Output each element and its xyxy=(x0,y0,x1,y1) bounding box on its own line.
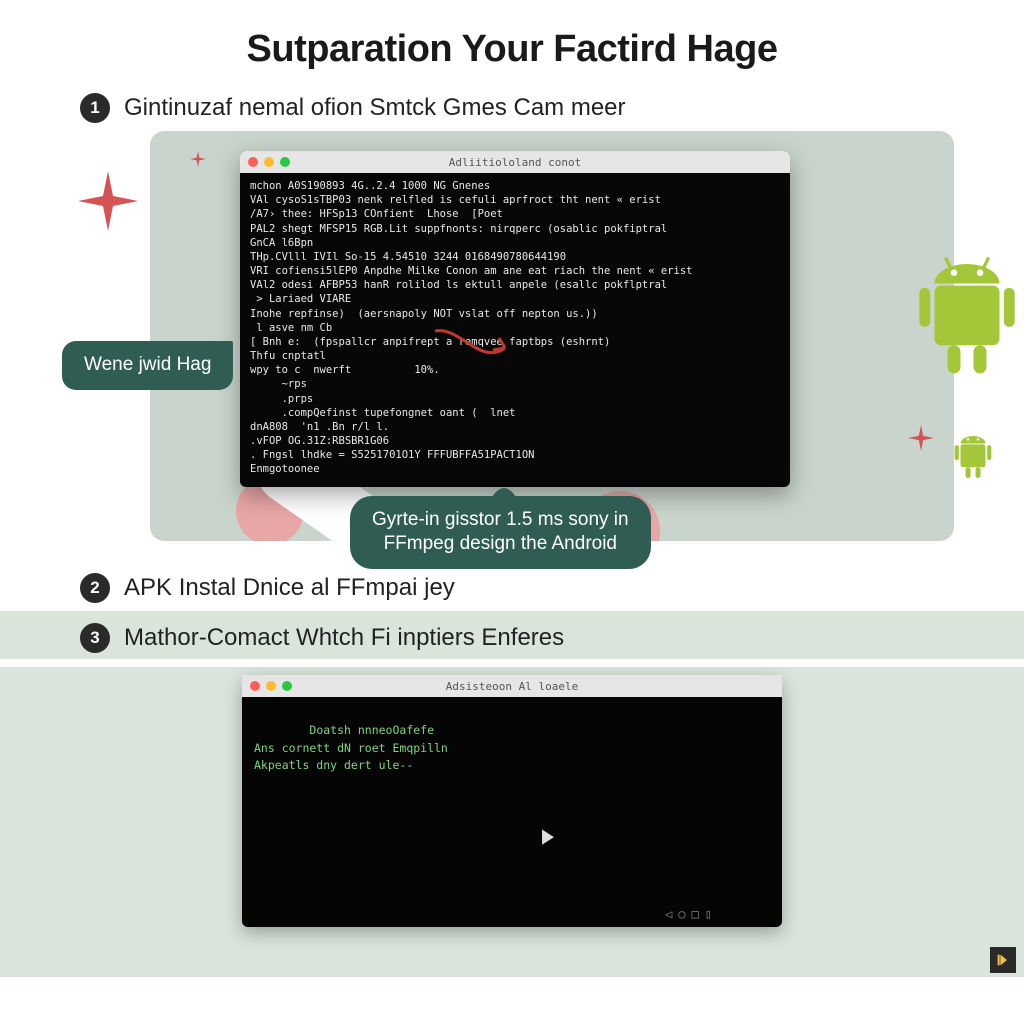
callout-bubble-bottom: Gyrte-in gisstor 1.5 ms sony in FFmpeg d… xyxy=(350,496,651,569)
terminal-window-3: Adsisteoon Al loaele Doatsh nnneoOafefe … xyxy=(242,675,782,927)
terminal-window-1: Adliitiololand conot mchon A0S190893 4G.… xyxy=(240,151,790,487)
window-minimize-icon[interactable] xyxy=(264,157,274,167)
nav-home-icon[interactable]: ○ xyxy=(678,905,685,923)
step-3-header: 3 Mathor-Comact Whtch Fi inptiers Enfere… xyxy=(0,611,1024,659)
step-1-label: Gintinuzaf nemal ofion Smtck Gmes Cam me… xyxy=(124,94,626,122)
annotation-arrow-icon xyxy=(430,326,530,371)
sparkle-icon xyxy=(190,151,206,167)
android-nav-bar: ◁ ○ □ ▯ xyxy=(665,905,712,923)
panel-step-3: Adsisteoon Al loaele Doatsh nnneoOafefe … xyxy=(0,667,1024,977)
terminal-title: Adsisteoon Al loaele xyxy=(242,680,782,693)
step-3-badge: 3 xyxy=(80,623,110,653)
bubble-tail-icon xyxy=(484,482,524,502)
sparkle-icon xyxy=(908,425,934,451)
step-2-label: APK Instal Dnice al FFmpai jey xyxy=(124,574,455,602)
nav-misc-icon[interactable]: ▯ xyxy=(705,905,712,923)
step-2-badge: 2 xyxy=(80,573,110,603)
window-zoom-icon[interactable] xyxy=(280,157,290,167)
callout-text: Wene jwid Hag xyxy=(84,354,211,375)
step-1-badge: 1 xyxy=(80,93,110,123)
step-1-header: 1 Gintinuzaf nemal ofion Smtck Gmes Cam … xyxy=(0,93,1024,123)
terminal-lines: Doatsh nnneoOafefe Ans cornett dN roet E… xyxy=(254,723,448,772)
play-icon[interactable] xyxy=(464,807,559,873)
terminal-titlebar: Adsisteoon Al loaele xyxy=(242,675,782,697)
step-2-header: 2 APK Instal Dnice al FFmpai jey xyxy=(0,573,1024,603)
page-title: Sutparation Your Factird Hage xyxy=(0,0,1024,93)
android-icon xyxy=(952,431,994,486)
terminal-title: Adliitiololand conot xyxy=(240,156,790,169)
window-close-icon[interactable] xyxy=(250,681,260,691)
callout-line-1: Gyrte-in gisstor 1.5 ms sony in xyxy=(372,508,629,533)
android-icon xyxy=(912,251,1022,386)
sparkle-icon xyxy=(78,171,138,231)
panel-step-1: Adliitiololand conot mchon A0S190893 4G.… xyxy=(150,131,954,541)
callout-bubble-left: Wene jwid Hag xyxy=(62,341,233,390)
callout-line-2: FFmpeg design the Android xyxy=(372,532,629,557)
window-zoom-icon[interactable] xyxy=(282,681,292,691)
window-minimize-icon[interactable] xyxy=(266,681,276,691)
nav-back-icon[interactable]: ◁ xyxy=(665,905,672,923)
window-close-icon[interactable] xyxy=(248,157,258,167)
terminal-output: Doatsh nnneoOafefe Ans cornett dN roet E… xyxy=(242,697,782,927)
terminal-titlebar: Adliitiololand conot xyxy=(240,151,790,173)
nav-recent-icon[interactable]: □ xyxy=(692,905,699,923)
step-3-label: Mathor-Comact Whtch Fi inptiers Enferes xyxy=(124,624,564,652)
panel-step-3-wrap: 3 Mathor-Comact Whtch Fi inptiers Enfere… xyxy=(0,611,1024,977)
next-page-button[interactable] xyxy=(990,947,1016,973)
